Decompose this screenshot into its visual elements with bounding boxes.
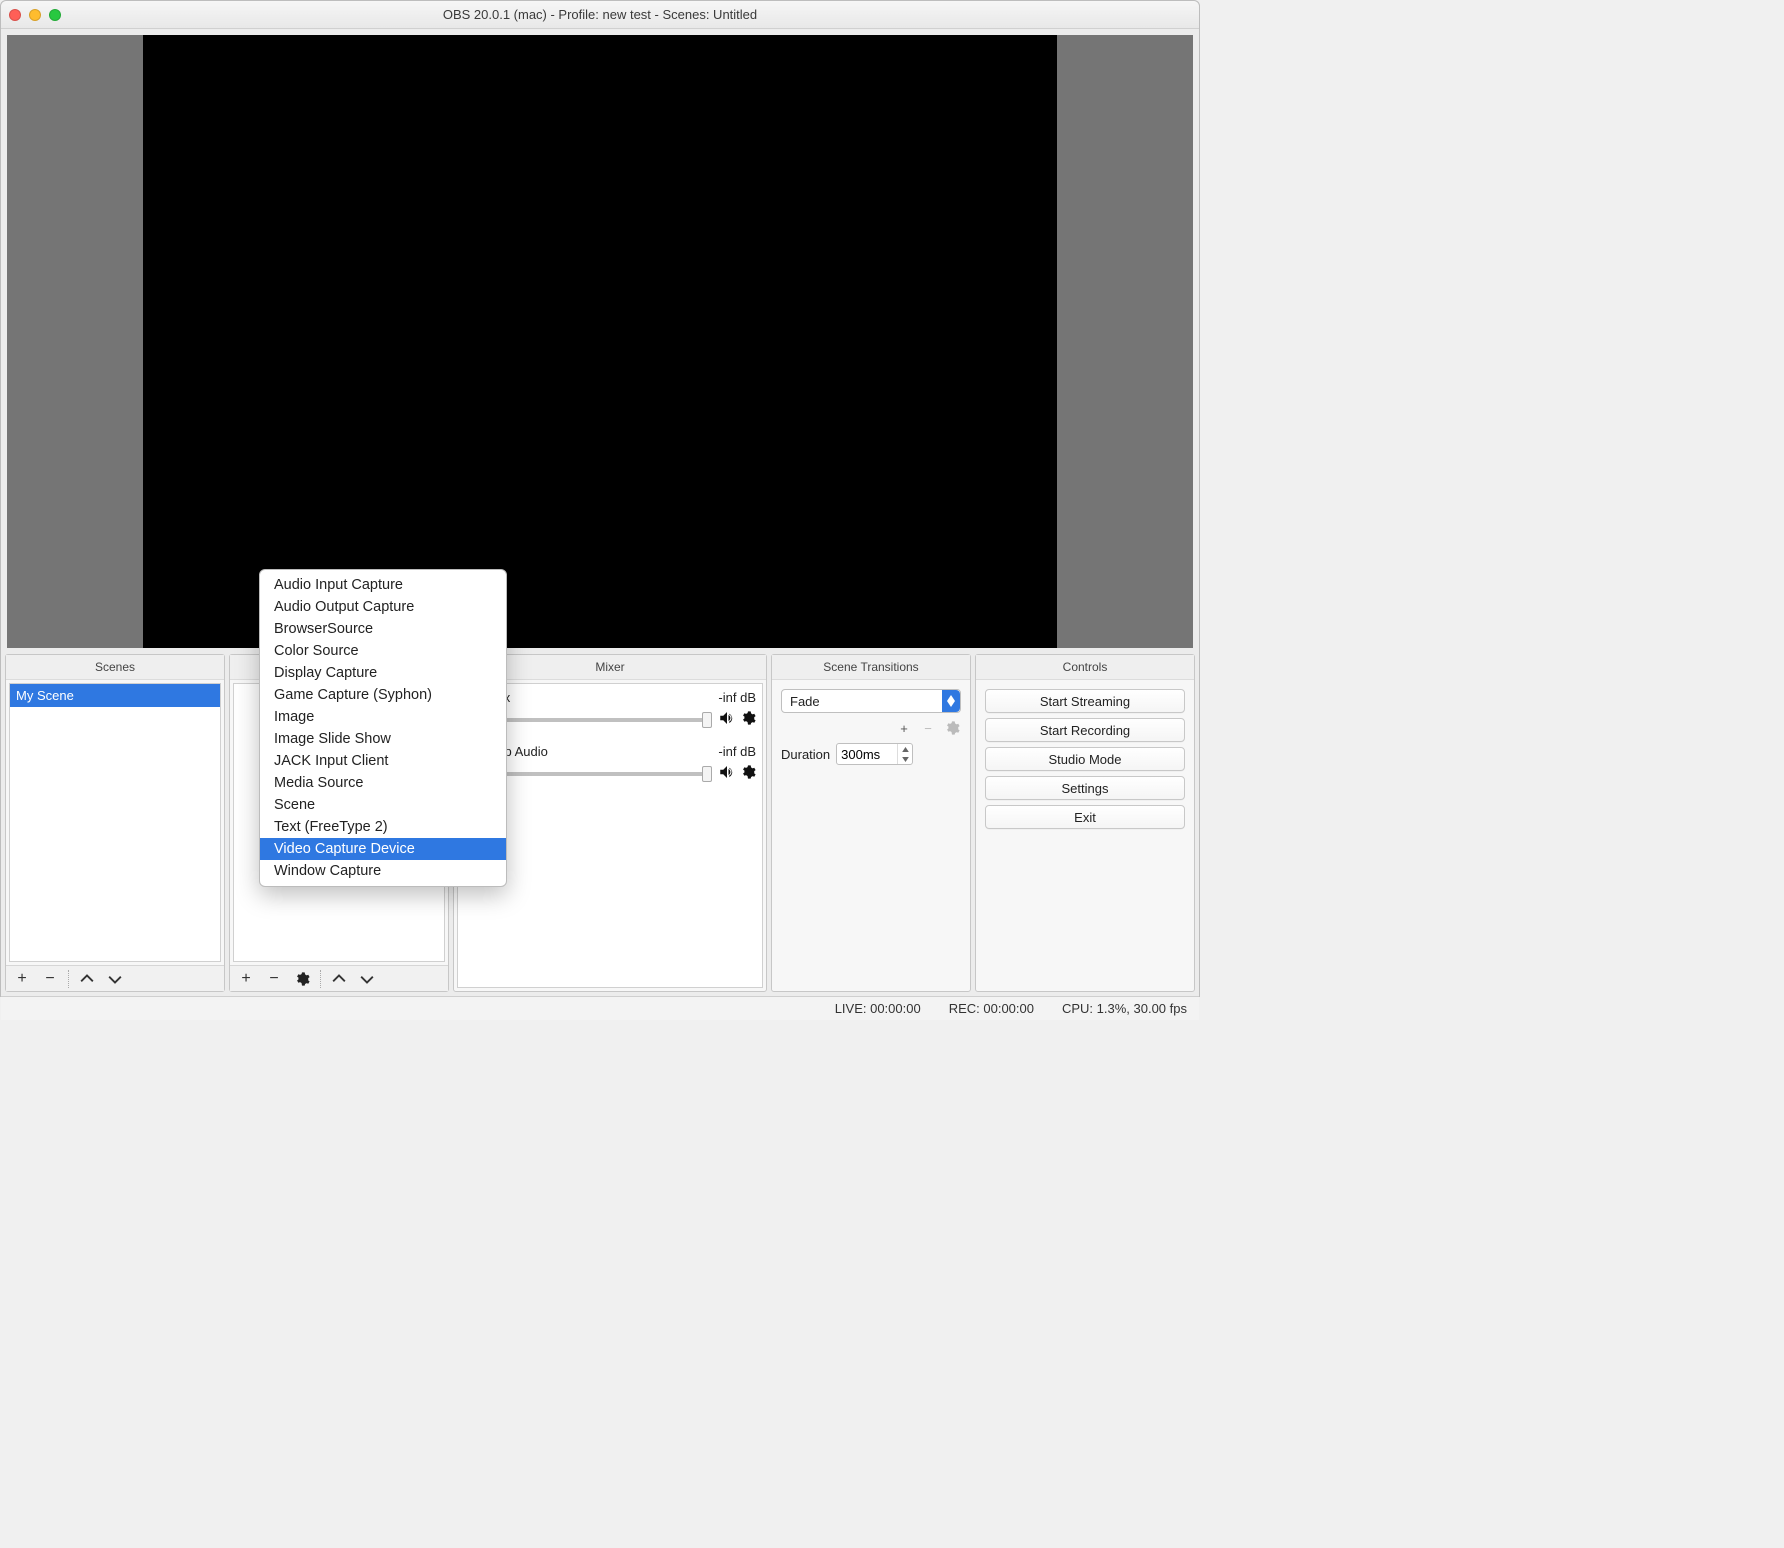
speaker-icon	[718, 709, 736, 727]
preview-canvas[interactable]	[143, 35, 1056, 648]
add-source-menu-item[interactable]: Image	[260, 706, 506, 728]
settings-button[interactable]: Settings	[985, 776, 1185, 800]
stepper-up-button[interactable]	[898, 744, 912, 754]
start-recording-button[interactable]: Start Recording	[985, 718, 1185, 742]
channel-settings-button[interactable]	[740, 710, 756, 729]
scenes-list[interactable]: My Scene	[9, 683, 221, 962]
transition-settings-button[interactable]	[943, 719, 961, 737]
window-controls	[9, 9, 61, 21]
stepper-down-button[interactable]	[898, 754, 912, 764]
mixer-channel-level: -inf dB	[718, 690, 756, 705]
speaker-icon	[718, 763, 736, 781]
obs-main-window: OBS 20.0.1 (mac) - Profile: new test - S…	[0, 0, 1200, 997]
gear-icon	[944, 720, 960, 736]
controls-body: Start Streaming Start Recording Studio M…	[979, 683, 1191, 988]
add-source-menu-item[interactable]: Window Capture	[260, 860, 506, 882]
plus-icon: +	[17, 970, 26, 988]
mixer-channel: Mic/Aux -inf dB	[464, 690, 756, 730]
scene-item[interactable]: My Scene	[10, 684, 220, 707]
add-source-menu-item[interactable]: Media Source	[260, 772, 506, 794]
select-arrows-icon	[942, 690, 960, 712]
sources-toolbar: + −	[230, 965, 448, 991]
chevron-down-icon	[360, 972, 374, 986]
add-source-menu-item[interactable]: Audio Input Capture	[260, 574, 506, 596]
controls-panel: Controls Start Streaming Start Recording…	[975, 654, 1195, 992]
exit-button[interactable]: Exit	[985, 805, 1185, 829]
add-source-menu-item[interactable]: Video Capture Device	[260, 838, 506, 860]
preview-area	[7, 35, 1193, 648]
minus-icon: −	[45, 970, 54, 988]
duration-label: Duration	[781, 747, 830, 762]
status-bar: LIVE: 00:00:00 REC: 00:00:00 CPU: 1.3%, …	[1, 996, 1199, 1020]
plus-icon: +	[241, 970, 250, 988]
start-streaming-button[interactable]: Start Streaming	[985, 689, 1185, 713]
add-source-menu-item[interactable]: JACK Input Client	[260, 750, 506, 772]
transition-select-value: Fade	[782, 694, 942, 709]
move-source-down-button[interactable]	[353, 968, 381, 990]
gear-icon	[740, 764, 756, 780]
add-transition-button[interactable]: +	[895, 719, 913, 737]
separator	[320, 970, 321, 988]
gear-icon	[294, 971, 310, 987]
scenes-panel: Scenes My Scene + −	[5, 654, 225, 992]
add-scene-button[interactable]: +	[8, 968, 36, 990]
add-source-menu-item[interactable]: Game Capture (Syphon)	[260, 684, 506, 706]
add-source-menu-item[interactable]: BrowserSource	[260, 618, 506, 640]
chevron-up-icon	[80, 972, 94, 986]
scenes-header: Scenes	[6, 655, 224, 680]
chevron-up-icon	[332, 972, 346, 986]
duration-stepper[interactable]	[836, 743, 913, 765]
source-properties-button[interactable]	[288, 968, 316, 990]
add-source-menu-item[interactable]: Audio Output Capture	[260, 596, 506, 618]
transitions-header: Scene Transitions	[772, 655, 970, 680]
chevron-down-icon	[902, 757, 909, 762]
titlebar[interactable]: OBS 20.0.1 (mac) - Profile: new test - S…	[1, 1, 1199, 29]
duration-input[interactable]	[837, 747, 897, 762]
add-source-button[interactable]: +	[232, 968, 260, 990]
separator	[68, 970, 69, 988]
status-cpu: CPU: 1.3%, 30.00 fps	[1062, 1001, 1187, 1016]
minimize-icon[interactable]	[29, 9, 41, 21]
add-source-menu-item[interactable]: Display Capture	[260, 662, 506, 684]
scenes-toolbar: + −	[6, 965, 224, 991]
remove-transition-button[interactable]: −	[919, 719, 937, 737]
mixer-channel: Desktop Audio -inf dB	[464, 744, 756, 784]
add-source-menu-item[interactable]: Text (FreeType 2)	[260, 816, 506, 838]
panels-row: Scenes My Scene + − Sources +	[1, 654, 1199, 996]
studio-mode-button[interactable]: Studio Mode	[985, 747, 1185, 771]
zoom-icon[interactable]	[49, 9, 61, 21]
transitions-panel: Scene Transitions Fade + −	[771, 654, 971, 992]
gear-icon	[740, 710, 756, 726]
window-title: OBS 20.0.1 (mac) - Profile: new test - S…	[61, 7, 1139, 22]
plus-icon: +	[900, 721, 908, 736]
controls-header: Controls	[976, 655, 1194, 680]
mute-button[interactable]	[718, 709, 736, 730]
chevron-up-icon	[902, 747, 909, 752]
chevron-down-icon	[108, 972, 122, 986]
minus-icon: −	[924, 721, 932, 736]
close-icon[interactable]	[9, 9, 21, 21]
add-source-menu-item[interactable]: Image Slide Show	[260, 728, 506, 750]
add-source-menu-item[interactable]: Scene	[260, 794, 506, 816]
transitions-body: Fade + − Duration	[775, 683, 967, 988]
status-live: LIVE: 00:00:00	[835, 1001, 921, 1016]
transition-select[interactable]: Fade	[781, 689, 961, 713]
remove-scene-button[interactable]: −	[36, 968, 64, 990]
channel-settings-button[interactable]	[740, 764, 756, 783]
add-source-menu-item[interactable]: Color Source	[260, 640, 506, 662]
move-scene-down-button[interactable]	[101, 968, 129, 990]
move-source-up-button[interactable]	[325, 968, 353, 990]
mute-button[interactable]	[718, 763, 736, 784]
remove-source-button[interactable]: −	[260, 968, 288, 990]
add-source-menu[interactable]: Audio Input CaptureAudio Output CaptureB…	[259, 569, 507, 887]
mixer-channel-level: -inf dB	[718, 744, 756, 759]
status-rec: REC: 00:00:00	[949, 1001, 1034, 1016]
move-scene-up-button[interactable]	[73, 968, 101, 990]
minus-icon: −	[269, 970, 278, 988]
